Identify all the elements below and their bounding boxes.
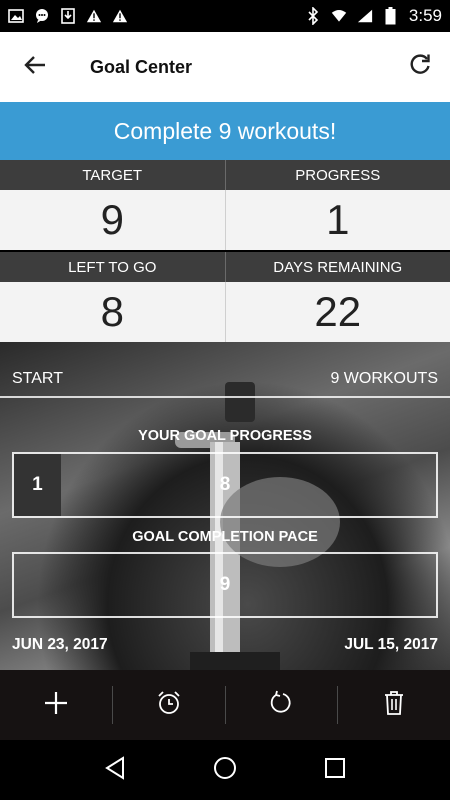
- pace-value: 9: [219, 574, 231, 595]
- circle-home-icon: [213, 756, 237, 784]
- reset-icon: [268, 690, 294, 720]
- add-icon: [43, 690, 69, 720]
- target-value: 9: [0, 190, 225, 250]
- goal-progress-bar: 8 1: [12, 452, 438, 518]
- end-label: 9 WORKOUTS: [330, 370, 438, 387]
- left-to-go-value: 8: [0, 282, 225, 342]
- app-bar: Goal Center: [0, 32, 450, 102]
- exercise-bike-image: [175, 382, 340, 670]
- page-title: Goal Center: [90, 56, 193, 77]
- progress-label: PROGRESS: [224, 160, 450, 190]
- action-toolbar: [0, 670, 450, 740]
- refresh-button[interactable]: [390, 32, 450, 102]
- alarm-clock-icon: [156, 690, 182, 720]
- back-button[interactable]: [0, 32, 70, 102]
- stats-value-row-2: 8 22: [0, 282, 450, 342]
- start-date: JUN 23, 2017: [12, 636, 108, 653]
- signal-icon: [357, 8, 373, 24]
- system-nav-bar: [0, 740, 450, 800]
- reset-button[interactable]: [226, 670, 338, 740]
- status-bar: 3:59: [0, 0, 450, 32]
- goal-progress-fill: 1: [14, 454, 61, 516]
- timeline-row: START 9 WORKOUTS: [0, 342, 450, 398]
- clock-time: 3:59: [408, 6, 442, 25]
- start-label: START: [12, 370, 63, 387]
- pace-label: GOAL COMPLETION PACE: [132, 529, 318, 545]
- days-remaining-label: DAYS REMAINING: [224, 252, 450, 282]
- trash-icon: [383, 690, 405, 720]
- download-icon: [60, 8, 76, 24]
- reminder-button[interactable]: [113, 670, 225, 740]
- nav-recents-button[interactable]: [315, 750, 355, 790]
- end-date: JUL 15, 2017: [344, 636, 438, 653]
- progress-value: 1: [224, 190, 450, 250]
- square-recents-icon: [324, 757, 346, 783]
- arrow-left-icon: [24, 55, 46, 79]
- warning-icon: [86, 8, 102, 24]
- stats-header-row-2: LEFT TO GO DAYS REMAINING: [0, 252, 450, 282]
- warning-icon: [112, 8, 128, 24]
- nav-home-button[interactable]: [205, 750, 245, 790]
- triangle-back-icon: [104, 756, 126, 784]
- chat-icon: [34, 8, 50, 24]
- days-remaining-value: 22: [224, 282, 450, 342]
- delete-button[interactable]: [338, 670, 450, 740]
- target-label: TARGET: [0, 160, 225, 190]
- stats-header-row-1: TARGET PROGRESS: [0, 160, 450, 190]
- goal-progress-remaining: 8: [219, 474, 231, 495]
- pace-bar: 9: [12, 552, 438, 618]
- date-range: JUN 23, 2017 JUL 15, 2017: [12, 636, 438, 654]
- nav-back-button[interactable]: [95, 750, 135, 790]
- left-to-go-label: LEFT TO GO: [0, 252, 225, 282]
- wifi-icon: [331, 8, 347, 24]
- bluetooth-icon: [305, 7, 321, 25]
- battery-icon: [383, 7, 399, 25]
- refresh-icon: [409, 54, 431, 80]
- goal-progress-label: YOUR GOAL PROGRESS: [138, 428, 312, 444]
- stats-value-row-1: 9 1: [0, 190, 450, 250]
- goal-banner: Complete 9 workouts!: [0, 102, 450, 160]
- image-icon: [8, 8, 24, 24]
- add-button[interactable]: [0, 670, 112, 740]
